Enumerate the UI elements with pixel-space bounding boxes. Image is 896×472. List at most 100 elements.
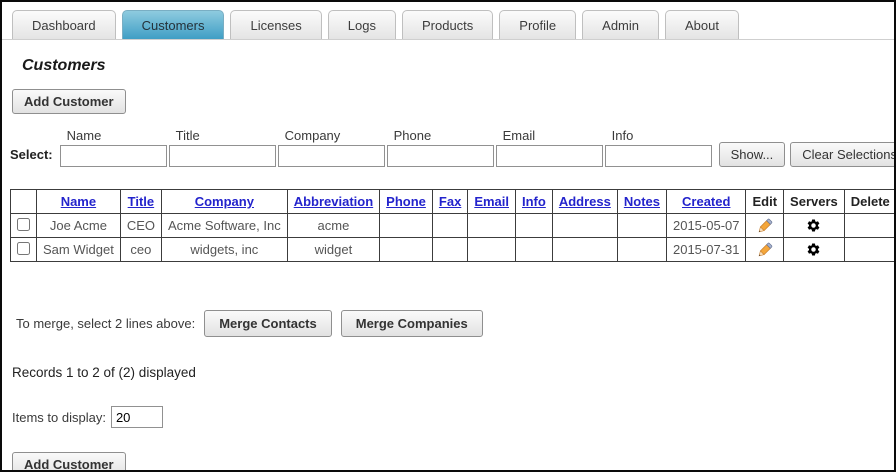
merge-contacts-button[interactable]: Merge Contacts (204, 310, 332, 337)
filter-name-input[interactable] (60, 145, 167, 167)
filter-title-input[interactable] (169, 145, 276, 167)
column-header-abbreviation: Abbreviation (287, 190, 379, 214)
cell-delete (844, 238, 896, 262)
customers-page: Dashboard Customers Licenses Logs Produc… (0, 0, 896, 472)
page-title: Customers (22, 57, 894, 75)
tab-dashboard[interactable]: Dashboard (12, 10, 116, 39)
pencil-icon (752, 242, 777, 258)
sort-abbreviation-link[interactable]: Abbreviation (294, 194, 373, 209)
cell-notes (617, 214, 666, 238)
filter-phone-label: Phone (387, 128, 494, 143)
items-to-display-row: Items to display: (12, 406, 894, 428)
filter-company-input[interactable] (278, 145, 385, 167)
column-header-delete: Delete (844, 190, 896, 214)
cell-fax (432, 238, 467, 262)
cell-created: 2015-07-31 (666, 238, 746, 262)
cell-phone (380, 214, 433, 238)
filter-field-company: Company (278, 128, 385, 167)
filter-info-input[interactable] (605, 145, 712, 167)
servers-row-button[interactable] (784, 238, 845, 262)
servers-row-button[interactable] (784, 214, 845, 238)
cell-title: ceo (120, 238, 161, 262)
sort-company-link[interactable]: Company (195, 194, 254, 209)
tab-customers[interactable]: Customers (122, 10, 225, 39)
cell-name: Sam Widget (37, 238, 121, 262)
tab-products[interactable]: Products (402, 10, 493, 39)
cell-info (516, 214, 553, 238)
cell-title: CEO (120, 214, 161, 238)
add-customer-button-top[interactable]: Add Customer (12, 89, 126, 114)
filter-field-info: Info (605, 128, 712, 167)
column-header-info: Info (516, 190, 553, 214)
column-header-company: Company (161, 190, 287, 214)
sort-info-link[interactable]: Info (522, 194, 546, 209)
cell-fax (432, 214, 467, 238)
filter-title-label: Title (169, 128, 276, 143)
filter-bar: Select: Name Title Company Phone Email I… (10, 128, 894, 167)
pencil-icon (752, 218, 777, 234)
cell-address (552, 214, 617, 238)
tab-admin[interactable]: Admin (582, 10, 659, 39)
row-checkbox[interactable] (17, 218, 30, 231)
merge-companies-button[interactable]: Merge Companies (341, 310, 483, 337)
items-to-display-input[interactable] (111, 406, 163, 428)
table-header-row: Name Title Company Abbreviation Phone Fa… (11, 190, 896, 214)
filter-field-email: Email (496, 128, 603, 167)
sort-notes-link[interactable]: Notes (624, 194, 660, 209)
filter-email-input[interactable] (496, 145, 603, 167)
sort-created-link[interactable]: Created (682, 194, 730, 209)
column-header-edit: Edit (746, 190, 784, 214)
sort-phone-link[interactable]: Phone (386, 194, 426, 209)
filter-company-label: Company (278, 128, 385, 143)
column-header-name: Name (37, 190, 121, 214)
select-label: Select: (10, 147, 60, 167)
records-status: Records 1 to 2 of (2) displayed (12, 365, 894, 380)
cell-email (468, 214, 516, 238)
column-header-fax: Fax (432, 190, 467, 214)
filter-field-title: Title (169, 128, 276, 167)
gear-icon (790, 242, 838, 257)
sort-title-link[interactable]: Title (128, 194, 155, 209)
table-row: Sam Widget ceo widgets, inc widget 2015-… (11, 238, 896, 262)
column-header-title: Title (120, 190, 161, 214)
column-header-notes: Notes (617, 190, 666, 214)
gear-icon (790, 218, 838, 233)
sort-email-link[interactable]: Email (474, 194, 509, 209)
tab-logs[interactable]: Logs (328, 10, 396, 39)
filter-name-label: Name (60, 128, 167, 143)
tab-bar: Dashboard Customers Licenses Logs Produc… (2, 2, 894, 40)
filter-field-name: Name (60, 128, 167, 167)
tab-licenses[interactable]: Licenses (230, 10, 321, 39)
customers-table: Name Title Company Abbreviation Phone Fa… (10, 189, 896, 262)
row-checkbox[interactable] (17, 242, 30, 255)
column-header-email: Email (468, 190, 516, 214)
cell-delete (844, 214, 896, 238)
cell-abbreviation: acme (287, 214, 379, 238)
tab-about[interactable]: About (665, 10, 739, 39)
filter-phone-input[interactable] (387, 145, 494, 167)
sort-name-link[interactable]: Name (61, 194, 96, 209)
cell-company: Acme Software, Inc (161, 214, 287, 238)
sort-fax-link[interactable]: Fax (439, 194, 461, 209)
cell-company: widgets, inc (161, 238, 287, 262)
tab-profile[interactable]: Profile (499, 10, 576, 39)
cell-info (516, 238, 553, 262)
show-button[interactable]: Show... (719, 142, 786, 167)
column-header-phone: Phone (380, 190, 433, 214)
cell-address (552, 238, 617, 262)
cell-abbreviation: widget (287, 238, 379, 262)
cell-phone (380, 238, 433, 262)
column-header-created: Created (666, 190, 746, 214)
items-to-display-label: Items to display: (12, 410, 106, 425)
sort-address-link[interactable]: Address (559, 194, 611, 209)
filter-info-label: Info (605, 128, 712, 143)
add-customer-button-bottom[interactable]: Add Customer (12, 452, 126, 472)
clear-selections-button[interactable]: Clear Selections (790, 142, 896, 167)
merge-row: To merge, select 2 lines above: Merge Co… (16, 310, 894, 337)
table-row: Joe Acme CEO Acme Software, Inc acme 201… (11, 214, 896, 238)
cell-email (468, 238, 516, 262)
cell-created: 2015-05-07 (666, 214, 746, 238)
edit-row-button[interactable] (746, 238, 784, 262)
cell-notes (617, 238, 666, 262)
edit-row-button[interactable] (746, 214, 784, 238)
